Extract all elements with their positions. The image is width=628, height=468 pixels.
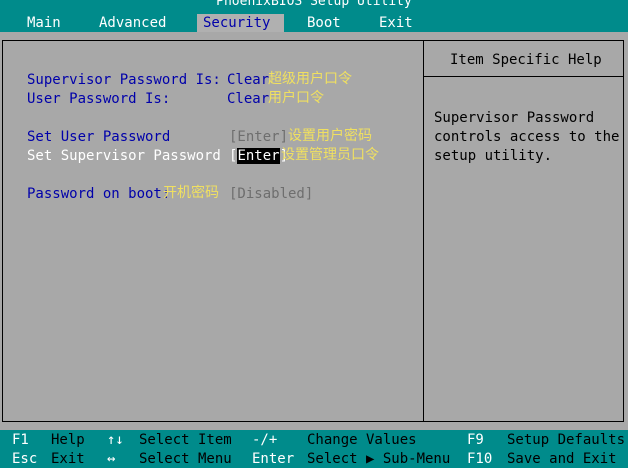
user-password-status-value: Clear: [227, 91, 270, 107]
help-divider: [423, 40, 424, 422]
supervisor-password-note: 超级用户口令: [268, 71, 352, 87]
save-and-exit-label: Save and Exit: [507, 451, 617, 467]
help-title-separator: [424, 76, 624, 77]
help-title: Item Specific Help: [450, 52, 602, 68]
title-bar: PhoenixBIOS Setup Utility: [0, 0, 628, 12]
left-right-arrows-key: ↔: [107, 451, 116, 467]
set-user-password-value[interactable]: [Enter]: [229, 129, 288, 145]
password-on-boot-note: 开机密码: [163, 185, 219, 201]
help-text-line: Supervisor Password: [434, 110, 595, 126]
enter-selected[interactable]: Enter: [237, 148, 280, 164]
set-supervisor-password-value[interactable]: [Enter]: [229, 148, 288, 164]
help-text-line: controls access to the: [434, 129, 620, 145]
select-item-label: Select Item: [139, 432, 232, 448]
enter-key: Enter: [252, 451, 295, 467]
change-values-label: Change Values: [307, 432, 417, 448]
plus-minus-key: -/+: [252, 432, 278, 448]
esc-key: Esc: [12, 451, 38, 467]
f9-key: F9: [467, 432, 484, 448]
f1-key: F1: [12, 432, 29, 448]
menu-security[interactable]: Security: [197, 14, 285, 32]
supervisor-password-status-value: Clear: [227, 72, 270, 88]
key-legend-bar: F1 Help Esc Exit ↑↓ Select Item ↔ Select…: [0, 430, 628, 468]
sub-menu-label: Select ▶ Sub-Menu: [307, 451, 451, 467]
f10-key: F10: [467, 451, 493, 467]
menu-exit[interactable]: Exit: [377, 14, 415, 32]
f1-label: Help: [51, 432, 85, 448]
set-supervisor-password-note: 设置管理员口令: [281, 147, 379, 163]
set-user-password-label[interactable]: Set User Password: [27, 129, 170, 145]
set-supervisor-password-label[interactable]: Set Supervisor Password: [27, 148, 221, 164]
main-panel: Item Specific Help Supervisor Password I…: [0, 32, 628, 430]
select-menu-label: Select Menu: [139, 451, 232, 467]
menu-bar: Main Advanced Security Boot Exit: [0, 12, 628, 32]
setup-defaults-label: Setup Defaults: [507, 432, 626, 448]
menu-advanced[interactable]: Advanced: [97, 14, 168, 32]
user-password-note: 用户口令: [268, 90, 324, 106]
help-text-line: setup utility.: [434, 148, 553, 164]
supervisor-password-status-label: Supervisor Password Is:: [27, 72, 221, 88]
up-down-arrows-key: ↑↓: [107, 432, 124, 448]
window-title: PhoenixBIOS Setup Utility: [216, 0, 412, 9]
menu-boot[interactable]: Boot: [305, 14, 343, 32]
user-password-status-label: User Password Is:: [27, 91, 171, 107]
set-user-password-note: 设置用户密码: [288, 128, 372, 144]
esc-label: Exit: [51, 451, 85, 467]
menu-main[interactable]: Main: [25, 14, 63, 32]
password-on-boot-label[interactable]: Password on boot:: [27, 186, 170, 202]
password-on-boot-value[interactable]: [Disabled]: [229, 186, 313, 202]
